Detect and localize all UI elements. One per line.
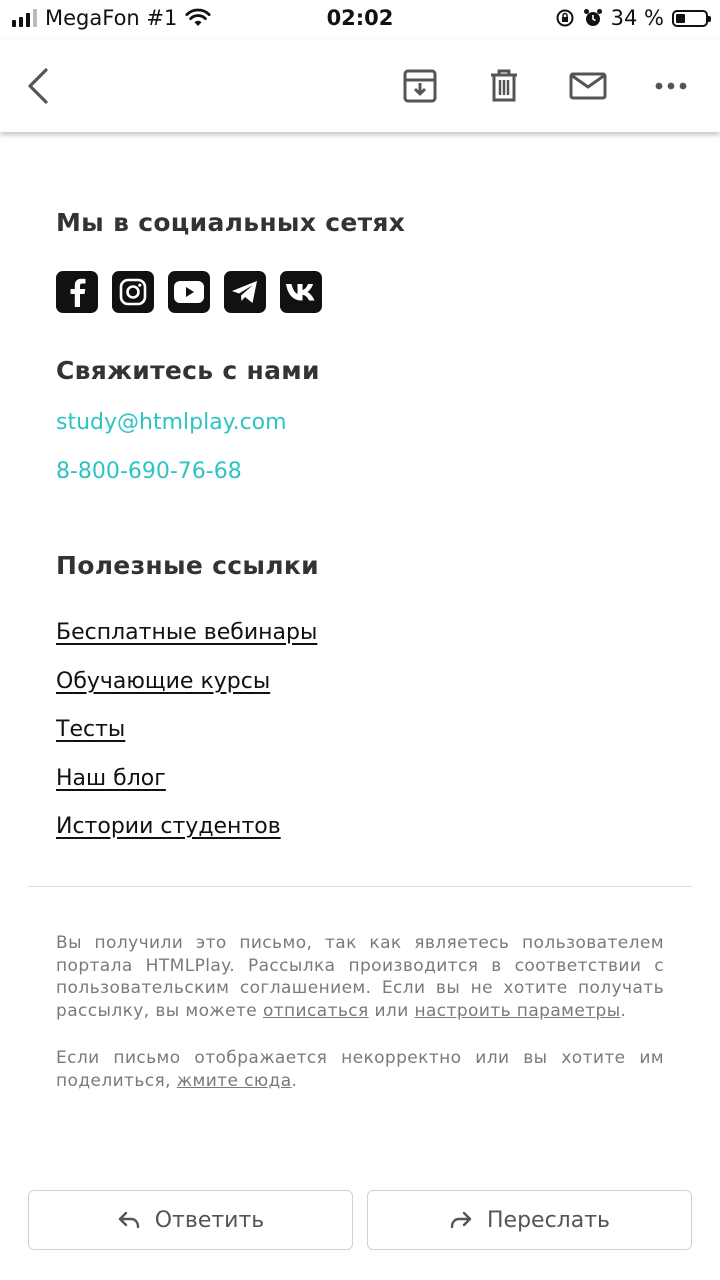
footer-notice: Вы получили это письмо, так как являетес…	[56, 932, 664, 1022]
instagram-icon[interactable]	[112, 271, 154, 313]
more-button[interactable]	[643, 58, 699, 114]
link-courses[interactable]: Обучающие курсы	[56, 669, 270, 694]
reply-label: Ответить	[154, 1207, 265, 1233]
contact-email-link[interactable]: study@htmlplay.com	[56, 410, 287, 435]
social-heading: Мы в социальных сетях	[56, 208, 406, 237]
mail-icon	[569, 72, 607, 100]
link-blog[interactable]: Наш блог	[56, 766, 166, 791]
back-button[interactable]	[10, 58, 66, 114]
contact-phone-link[interactable]: 8-800-690-76-68	[56, 459, 242, 484]
battery-percent: 34 %	[610, 6, 664, 30]
orientation-lock-icon	[556, 9, 574, 27]
youtube-icon[interactable]	[168, 271, 210, 313]
vk-icon[interactable]	[280, 271, 322, 313]
back-arrow-icon	[28, 68, 48, 104]
trash-icon	[491, 69, 517, 102]
forward-button[interactable]: Переслать	[367, 1190, 692, 1250]
reply-button[interactable]: Ответить	[28, 1190, 353, 1250]
settings-link[interactable]: настроить параметры	[414, 1001, 620, 1021]
view-online-link[interactable]: жмите сюда	[177, 1071, 292, 1091]
links-heading: Полезные ссылки	[56, 551, 319, 580]
footer-share-end: .	[291, 1070, 298, 1091]
footer-share-text: Если письмо отображается некорректно или…	[56, 1048, 664, 1091]
status-bar: MegaFon #1 02:02 34 %	[0, 0, 720, 40]
link-tests[interactable]: Тесты	[56, 717, 125, 742]
footer-or-text: или	[368, 1000, 415, 1021]
footer-notice-end: .	[620, 1000, 627, 1021]
forward-icon	[450, 1211, 472, 1229]
divider	[28, 886, 692, 887]
facebook-icon[interactable]	[56, 271, 98, 313]
status-right: 34 %	[555, 6, 711, 30]
link-webinars[interactable]: Бесплатные вебинары	[56, 620, 317, 645]
forward-label: Переслать	[487, 1207, 610, 1233]
unsubscribe-link[interactable]: отписаться	[263, 1001, 369, 1021]
link-student-stories[interactable]: Истории студентов	[56, 814, 281, 839]
footer-share: Если письмо отображается некорректно или…	[56, 1047, 664, 1092]
telegram-icon[interactable]	[224, 271, 266, 313]
battery-icon	[672, 9, 711, 27]
mail-toolbar	[0, 40, 720, 132]
more-icon	[655, 82, 687, 90]
archive-button[interactable]	[392, 58, 448, 114]
mark-unread-button[interactable]	[560, 58, 616, 114]
social-icons-row	[56, 271, 322, 313]
archive-icon	[403, 69, 437, 103]
reply-icon	[118, 1211, 139, 1229]
alarm-icon	[583, 9, 602, 26]
contact-heading: Свяжитесь с нами	[56, 356, 320, 385]
delete-button[interactable]	[476, 58, 532, 114]
